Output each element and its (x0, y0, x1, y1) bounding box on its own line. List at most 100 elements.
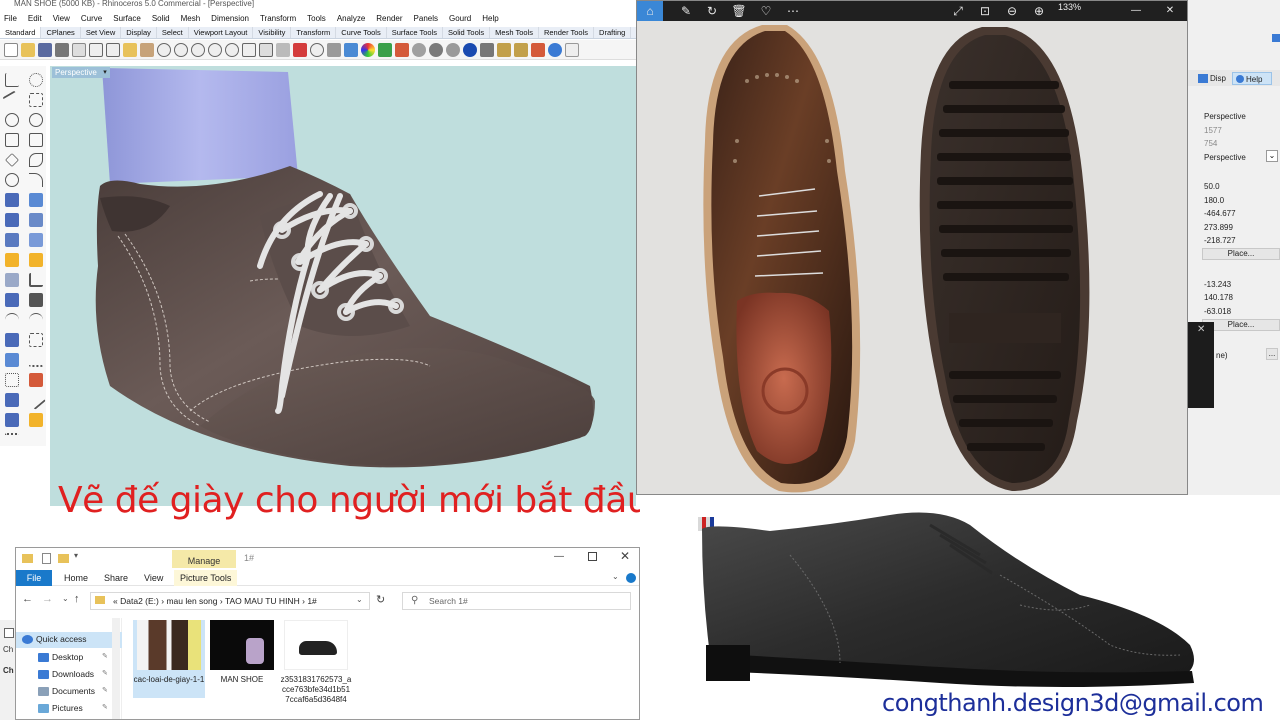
offset-icon[interactable] (5, 173, 19, 187)
zoom-icon[interactable] (174, 42, 188, 57)
point-icon[interactable] (29, 73, 43, 87)
import-icon[interactable] (72, 42, 86, 57)
tab-help[interactable]: Help (1246, 75, 1262, 84)
tab-render-tools[interactable]: Render Tools (539, 27, 595, 38)
nav-desktop[interactable]: Desktop (52, 652, 83, 662)
paste-icon[interactable] (123, 42, 137, 57)
quick-access-dropdown-icon[interactable]: ▾ (74, 551, 78, 560)
tab-standard[interactable]: Standard (0, 27, 42, 38)
tab-surface-tools[interactable]: Surface Tools (387, 27, 444, 38)
tab-solid-tools[interactable]: Solid Tools (443, 27, 491, 38)
ribbon-expand-icon[interactable]: ⌄ (612, 572, 619, 581)
record-icon[interactable] (531, 42, 545, 57)
options-gear-icon[interactable] (514, 42, 528, 57)
menu-file[interactable]: File (4, 14, 17, 23)
render-sphere-icon[interactable] (463, 42, 477, 57)
new-file-icon[interactable] (4, 42, 18, 57)
more-tools-icon[interactable] (565, 42, 579, 57)
pin-icon[interactable]: ✎ (102, 652, 108, 660)
dimension-icon[interactable] (29, 353, 43, 367)
move-icon[interactable] (29, 313, 43, 327)
nav-quick-access[interactable]: Quick access (36, 634, 87, 644)
tab-set-view[interactable]: Set View (81, 27, 122, 38)
wireframe-sphere-icon[interactable] (412, 42, 426, 57)
menu-curve[interactable]: Curve (81, 14, 102, 23)
ribbon-picture-tools-tab[interactable]: Picture Tools (174, 570, 238, 586)
paint-icon[interactable] (29, 413, 43, 427)
fullscreen-icon[interactable]: ⤢ (945, 1, 971, 21)
zoom-selected-icon[interactable] (225, 42, 239, 57)
projection-select[interactable]: Perspective (1204, 153, 1246, 162)
select-icon[interactable] (293, 42, 307, 57)
menu-dimension[interactable]: Dimension (211, 14, 249, 23)
projection-dropdown-icon[interactable]: ⌄ (1266, 150, 1278, 162)
join-icon[interactable] (5, 293, 19, 307)
text-icon[interactable] (5, 333, 19, 347)
shaded-sphere-icon[interactable] (429, 42, 443, 57)
menu-mesh[interactable]: Mesh (181, 14, 201, 23)
smooth-icon[interactable] (5, 393, 19, 407)
perspective-viewport[interactable] (50, 66, 636, 506)
menu-tools[interactable]: Tools (307, 14, 326, 23)
camera-z-value[interactable]: -218.727 (1204, 236, 1236, 245)
tab-cplanes[interactable]: CPlanes (41, 27, 81, 38)
pin-icon[interactable]: ✎ (102, 703, 108, 711)
explode-icon[interactable] (29, 253, 43, 267)
file-item[interactable]: cac-loai-de-giay-1-1 (133, 620, 205, 698)
menu-panels[interactable]: Panels (414, 14, 438, 23)
forward-arrow-icon[interactable]: → (42, 593, 53, 605)
new-folder-icon[interactable] (58, 554, 69, 563)
place-camera-button[interactable]: Place... (1202, 248, 1280, 260)
solid-box-icon[interactable] (5, 213, 19, 227)
four-view-icon[interactable] (259, 42, 273, 57)
tab-transform[interactable]: Transform (291, 27, 337, 38)
boolean-icon[interactable] (29, 233, 43, 247)
address-bar[interactable]: « Data2 (E:) › mau len song › TAO MAU TU… (90, 592, 370, 610)
rotation-value[interactable]: 180.0 (1204, 196, 1224, 205)
check-icon[interactable] (26, 390, 46, 410)
rendered-sphere-icon[interactable] (446, 42, 460, 57)
address-segment[interactable]: Data2 (E:) (120, 596, 159, 606)
minimize-icon[interactable]: — (554, 551, 564, 562)
array-icon[interactable] (5, 353, 19, 367)
properties-icon[interactable] (378, 42, 392, 57)
rotate-icon[interactable]: ↻ (699, 1, 725, 21)
close-icon[interactable]: ✕ (1157, 1, 1183, 21)
home-icon[interactable]: ⌂ (637, 1, 663, 21)
nav-documents[interactable]: Documents (52, 686, 95, 696)
ribbon-view-tab[interactable]: View (144, 570, 163, 586)
pointer-icon[interactable] (5, 73, 19, 87)
camera-x-value[interactable]: -464.677 (1204, 209, 1236, 218)
tab-drafting[interactable]: Drafting (594, 27, 632, 38)
color-wheel-icon[interactable] (361, 42, 375, 57)
tab-display[interactable]: Display (121, 27, 157, 38)
render-camera-icon[interactable] (480, 42, 494, 57)
open-folder-icon[interactable] (21, 42, 35, 57)
extrude-icon[interactable] (29, 213, 43, 227)
fillet-icon[interactable] (29, 153, 43, 167)
ribbon-home-tab[interactable]: Home (64, 570, 88, 586)
ellipse-icon[interactable] (5, 133, 19, 147)
tab-mesh-tools[interactable]: Mesh Tools (490, 27, 539, 38)
up-arrow-icon[interactable]: ↑ (74, 593, 80, 605)
circle-icon[interactable] (5, 113, 19, 127)
address-segment[interactable]: TAO MAU TU HINH (225, 596, 300, 606)
tab-viewport-layout[interactable]: Viewport Layout (189, 27, 254, 38)
nav-scrollbar[interactable] (112, 618, 120, 719)
help-icon[interactable] (548, 42, 562, 57)
file-item[interactable]: MAN SHOE (206, 620, 278, 685)
tab-visibility[interactable]: Visibility (253, 27, 292, 38)
browse-button[interactable]: ... (1266, 348, 1278, 360)
minimize-icon[interactable]: — (1123, 1, 1149, 21)
grid-icon[interactable] (5, 373, 19, 387)
save-icon[interactable] (38, 42, 52, 57)
analyze-icon[interactable] (395, 42, 409, 57)
polygon-icon[interactable] (5, 153, 19, 167)
surface-icon[interactable] (5, 193, 19, 207)
close-icon[interactable]: ✕ (1197, 324, 1205, 335)
viewport-title-tab[interactable]: Perspective (52, 67, 100, 78)
more-options-icon[interactable]: ⋯ (780, 1, 806, 21)
menu-analyze[interactable]: Analyze (337, 14, 365, 23)
viewport-menu-arrow-icon[interactable]: ▾ (100, 67, 110, 78)
tab-select[interactable]: Select (157, 27, 189, 38)
